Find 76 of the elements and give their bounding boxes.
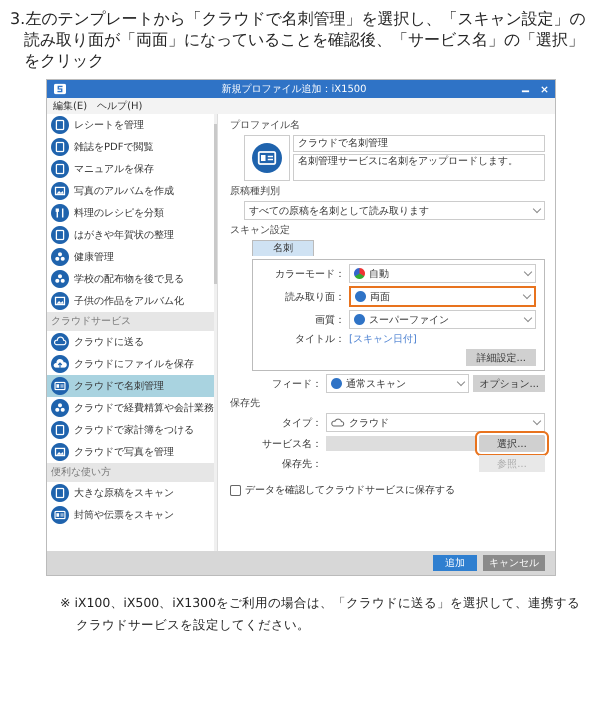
document-icon xyxy=(51,138,69,156)
menu-item[interactable]: ヘルプ(H) xyxy=(97,99,142,113)
id-card-icon xyxy=(252,143,282,173)
people-icon xyxy=(51,248,69,266)
field-label: サービス名： xyxy=(261,438,322,450)
select-button[interactable]: 選択... xyxy=(479,435,545,452)
template-item[interactable]: クラウドで名刺管理 xyxy=(47,375,214,397)
document-type-dropdown[interactable]: すべての原稿を名刺として読み取ります xyxy=(244,201,545,220)
template-item[interactable]: 封筒や伝票をスキャン xyxy=(47,504,214,526)
tab[interactable]: 名刺 xyxy=(252,240,314,256)
field-label: タイトル： xyxy=(294,333,345,346)
document-icon xyxy=(51,160,69,178)
instruction-text: 3.左のテンプレートから「クラウドで名刺管理」を選択し、「スキャン設定」の読み取り面が「両面」になっていることを確認後、「サービス名」の「選択」をクリック xyxy=(10,8,586,71)
scrollbar[interactable] xyxy=(214,114,217,551)
people-icon xyxy=(51,399,69,417)
field-label: フィード： xyxy=(271,378,322,390)
template-item[interactable]: 写真のアルバムを作成 xyxy=(47,180,214,202)
setting-dropdown[interactable]: 自動 xyxy=(349,264,536,283)
setting-dropdown[interactable]: 両面 xyxy=(349,286,536,307)
section-header: クラウドサービス xyxy=(47,312,214,331)
field-label: タイプ： xyxy=(281,416,322,430)
field-label: カラーモード： xyxy=(274,268,345,280)
template-item[interactable]: 料理のレシピを分類 xyxy=(47,202,214,224)
checkbox[interactable] xyxy=(230,484,241,496)
document-icon xyxy=(51,421,69,439)
section-header: 便利な使い方 xyxy=(47,463,214,482)
profile-name-field[interactable]: クラウドで名刺管理 xyxy=(293,135,545,152)
section-heading: プロファイル名 xyxy=(230,118,301,132)
picture-icon xyxy=(51,292,69,310)
field-label: 読み取り面： xyxy=(284,290,345,304)
checkbox-label: データを確認してクラウドサービスに保存する xyxy=(245,484,455,497)
cloud-upload-icon xyxy=(51,355,69,373)
template-item[interactable]: レシートを管理 xyxy=(47,114,214,136)
template-item[interactable]: クラウドで経費精算や会計業務 xyxy=(47,397,214,419)
template-item[interactable]: クラウドで写真を管理 xyxy=(47,441,214,463)
picture-icon xyxy=(51,182,69,200)
template-item[interactable]: 学校の配布物を後で見る xyxy=(47,268,214,290)
template-item[interactable]: 子供の作品をアルバム化 xyxy=(47,290,214,312)
template-item[interactable]: クラウドで家計簿をつける xyxy=(47,419,214,441)
description-field[interactable]: 名刺管理サービスに名刺をアップロードします。 xyxy=(293,154,545,181)
field-label: 画質： xyxy=(314,314,345,326)
cloud-icon xyxy=(331,417,345,428)
profile-icon-frame[interactable] xyxy=(244,135,290,181)
add-button[interactable]: 追加 xyxy=(433,555,477,571)
cloud-icon xyxy=(51,333,69,351)
title-link[interactable]: [スキャン日付] xyxy=(349,332,417,346)
picture-icon xyxy=(51,443,69,461)
template-item[interactable]: 雑誌をPDFで閲覧 xyxy=(47,136,214,158)
template-item[interactable]: クラウドにファイルを保存 xyxy=(47,353,214,375)
document-icon xyxy=(51,116,69,134)
close-icon[interactable] xyxy=(540,84,549,94)
template-item[interactable]: クラウドに送る xyxy=(47,331,214,353)
people-icon xyxy=(51,270,69,288)
template-item[interactable]: マニュアルを保存 xyxy=(47,158,214,180)
section-heading: 保存先 xyxy=(230,396,261,410)
type-dropdown[interactable]: クラウド xyxy=(326,413,545,432)
document-icon xyxy=(51,484,69,502)
advanced-settings-button[interactable]: 詳細設定... xyxy=(466,349,536,366)
id-card-icon xyxy=(51,377,69,395)
feed-dropdown[interactable]: 通常スキャン xyxy=(326,374,470,393)
template-item[interactable]: 大きな原稿をスキャン xyxy=(47,482,214,504)
section-heading: 原稿種判別 xyxy=(230,184,281,198)
menu-item[interactable]: 編集(E) xyxy=(53,99,88,113)
id-card-icon xyxy=(51,506,69,524)
cutlery-icon xyxy=(51,204,69,222)
window-title: 新規プロファイル追加：iX1500 xyxy=(220,82,368,96)
document-icon xyxy=(51,226,69,244)
app-logo-icon xyxy=(53,83,67,95)
template-item[interactable]: 健康管理 xyxy=(47,246,214,268)
note-text: ※ iX100、iX500、iX1300をご利用の場合は、「クラウドに送る」を選択して、連携するクラウドサービスを設定してください。 xyxy=(60,594,582,634)
template-item[interactable]: はがきや年賀状の整理 xyxy=(47,224,214,246)
options-button[interactable]: オプション... xyxy=(473,375,545,392)
setting-dropdown[interactable]: スーパーファイン xyxy=(349,310,536,329)
field-label: 保存先： xyxy=(281,458,322,470)
section-heading: スキャン設定 xyxy=(230,224,291,237)
service-name-field[interactable] xyxy=(326,436,475,451)
